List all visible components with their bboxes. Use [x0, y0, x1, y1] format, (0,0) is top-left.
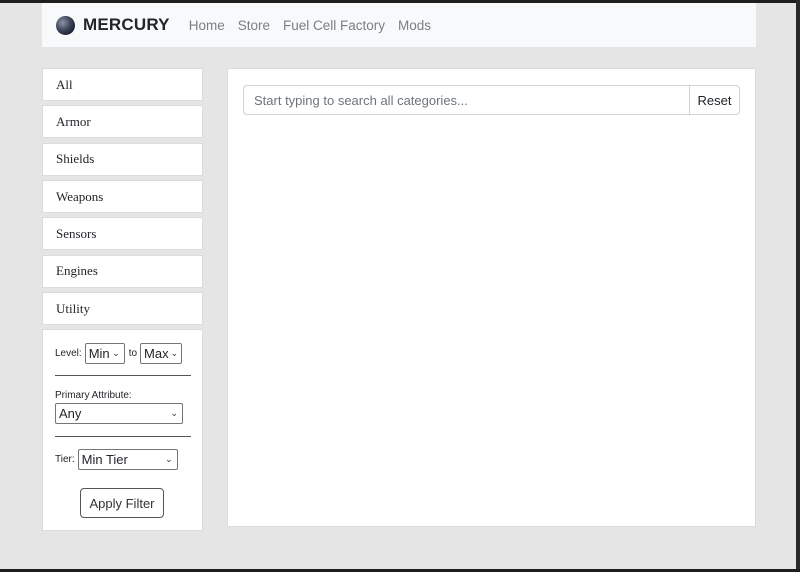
level-min-select[interactable]: Min ⌄	[84, 343, 125, 364]
results-panel: Reset	[227, 68, 756, 527]
filter-divider	[55, 436, 191, 437]
category-utility[interactable]: Utility	[42, 292, 203, 326]
level-max-value: Max	[144, 346, 169, 361]
category-armor[interactable]: Armor	[42, 105, 203, 139]
level-label: Level:	[55, 348, 82, 359]
level-filter-row: Level: Min ⌄ to Max ⌄	[55, 343, 183, 364]
primary-attribute-value: Any	[59, 406, 82, 421]
nav-link-home[interactable]: Home	[189, 18, 225, 33]
reset-button[interactable]: Reset	[689, 85, 740, 115]
brand[interactable]: MERCURY	[56, 15, 170, 35]
primary-attribute-select[interactable]: Any ⌄	[55, 403, 183, 424]
category-all[interactable]: All	[42, 68, 203, 101]
search-group: Reset	[243, 85, 740, 115]
top-navbar: MERCURY Home Store Fuel Cell Factory Mod…	[42, 3, 756, 47]
tier-value: Min Tier	[81, 452, 128, 467]
category-sidebar: All Armor Shields Weapons Sensors Engine…	[42, 68, 203, 329]
nav-link-mods[interactable]: Mods	[398, 18, 431, 33]
category-shields[interactable]: Shields	[42, 142, 203, 176]
nav-link-fuel-cell-factory[interactable]: Fuel Cell Factory	[283, 18, 385, 33]
level-max-select[interactable]: Max ⌄	[140, 343, 183, 364]
planet-logo-icon	[56, 15, 75, 35]
primary-attribute-label: Primary Attribute:	[55, 390, 132, 401]
chevron-down-icon: ⌄	[170, 348, 179, 358]
category-sensors[interactable]: Sensors	[42, 217, 203, 251]
chevron-down-icon: ⌄	[170, 408, 178, 418]
nav-links: Home Store Fuel Cell Factory Mods	[189, 18, 444, 33]
nav-link-store[interactable]: Store	[238, 18, 270, 33]
level-min-value: Min	[88, 346, 110, 361]
apply-filter-button[interactable]: Apply Filter	[80, 488, 164, 518]
level-to-label: to	[128, 348, 138, 359]
window-right-border	[796, 0, 800, 572]
chevron-down-icon: ⌄	[165, 454, 173, 464]
brand-name: MERCURY	[83, 15, 170, 34]
category-engines[interactable]: Engines	[42, 254, 203, 288]
tier-label: Tier:	[55, 454, 75, 465]
tier-select[interactable]: Min Tier ⌄	[77, 449, 178, 470]
chevron-down-icon: ⌄	[112, 348, 120, 358]
filter-panel: Level: Min ⌄ to Max ⌄ Primary Attribute:…	[42, 329, 203, 531]
category-weapons[interactable]: Weapons	[42, 180, 203, 214]
primary-attribute-row: Primary Attribute: Any ⌄	[55, 390, 183, 424]
filter-divider	[55, 375, 191, 376]
search-input[interactable]	[243, 85, 689, 115]
tier-filter-row: Tier: Min Tier ⌄	[55, 449, 178, 470]
